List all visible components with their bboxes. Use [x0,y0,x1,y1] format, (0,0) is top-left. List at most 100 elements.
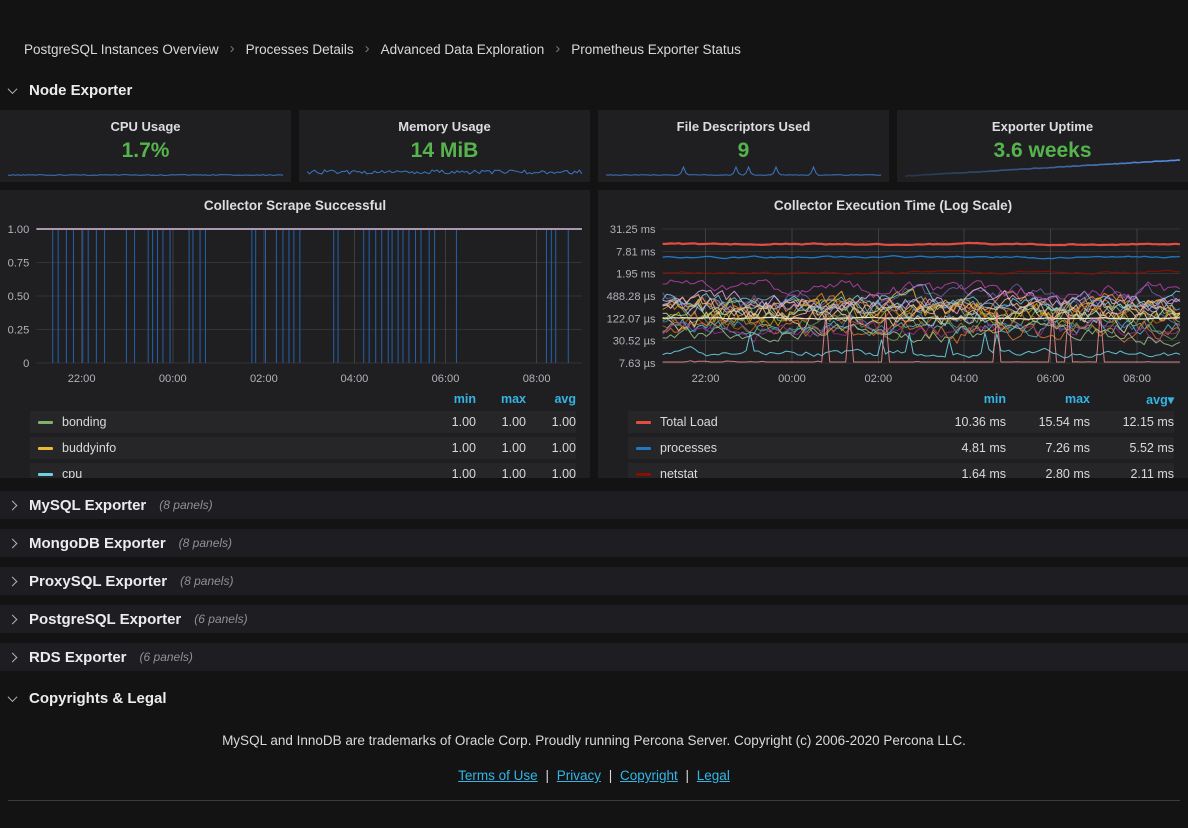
section-panels-count: (6 panels) [194,612,247,626]
legend-value-min: 10.36 ms [922,415,1006,429]
y-axis-tick-label: 1.95 ms [616,269,656,281]
legend-row-processes: processes4.81 ms7.26 ms5.52 ms [628,437,1174,459]
graph-row: Collector Scrape Successful 22:0000:0002… [0,190,1188,478]
legend-series-name[interactable]: processes [660,441,922,455]
legend-series-name[interactable]: cpu [62,467,426,478]
section-title: Copyrights & Legal [29,690,167,707]
section-panels-count: (8 panels) [159,498,212,512]
y-axis-tick-label: 1.00 [8,224,30,236]
y-axis-tick-label: 122.07 µs [607,313,656,325]
collector-execution-chart: 22:0000:0002:0004:0006:0008:0031.25 ms7.… [598,217,1188,389]
footer-link-separator: | [682,768,693,783]
x-axis-tick-label: 04:00 [341,373,369,385]
footer-link-separator: | [542,768,553,783]
sparkline-path [307,170,582,174]
series-swatch-icon[interactable] [636,421,651,424]
legend-column-min[interactable]: min [426,392,476,406]
footer-link-legal[interactable]: Legal [697,768,730,783]
breadcrumb-item-prometheus-exporter-status[interactable]: Prometheus Exporter Status [571,42,741,57]
section-title: ProxySQL Exporter [29,573,167,590]
legend: minmaxavgbonding1.001.001.00buddyinfo1.0… [0,391,590,478]
x-axis-tick-label: 08:00 [1123,373,1151,385]
chevron-right-icon [8,576,18,586]
y-axis-tick-label: 0 [23,358,29,370]
legend-column-avg[interactable]: avg [526,392,576,406]
stat-panel-file-descriptors-used: File Descriptors Used 9 [598,110,889,182]
legend-value-avg: 1.00 [526,467,576,478]
section-row-rds-exporter[interactable]: RDS Exporter(6 panels) [0,643,1188,671]
section-title: MySQL Exporter [29,497,146,514]
legend-column-avg[interactable]: avg▾ [1090,392,1174,407]
breadcrumb-item-postgresql-instances-overview[interactable]: PostgreSQL Instances Overview [24,42,219,57]
chevron-down-icon [8,692,18,702]
x-axis-tick-label: 04:00 [950,373,978,385]
footer-link-terms-of-use[interactable]: Terms of Use [458,768,538,783]
section-title: PostgreSQL Exporter [29,611,181,628]
legend-row-netstat: netstat1.64 ms2.80 ms2.11 ms [628,463,1174,478]
footer-link-copyright[interactable]: Copyright [620,768,678,783]
legend-row-buddyinfo: buddyinfo1.001.001.00 [30,437,576,459]
breadcrumb-item-processes-details[interactable]: Processes Details [246,42,354,57]
y-axis-tick-label: 0.75 [8,258,30,270]
y-axis-tick-label: 488.28 µs [607,291,656,303]
stat-value: 9 [598,139,889,163]
legend-column-max[interactable]: max [476,392,526,406]
stat-value: 1.7% [0,139,291,163]
panel-title[interactable]: Collector Scrape Successful [0,190,590,217]
stat-panel-cpu-usage: CPU Usage 1.7% [0,110,291,182]
section-panels-count: (8 panels) [179,536,232,550]
series-swatch-icon[interactable] [636,447,651,450]
legend-value-avg: 2.11 ms [1090,467,1174,478]
y-axis-tick-label: 0.25 [8,325,30,337]
section-title: RDS Exporter [29,649,127,666]
panel-title[interactable]: CPU Usage [0,110,291,134]
legend-series-name[interactable]: bonding [62,415,426,429]
panel-title[interactable]: File Descriptors Used [598,110,889,134]
legend-value-max: 2.80 ms [1006,467,1090,478]
graph-panel-collector-execution: Collector Execution Time (Log Scale) 22:… [598,190,1188,478]
series-swatch-icon[interactable] [38,447,53,450]
legend-column-max[interactable]: max [1006,392,1090,406]
footer-links: Terms of Use | Privacy | Copyright | Leg… [0,768,1188,783]
series-line-total-load [663,243,1180,245]
panel-title[interactable]: Collector Execution Time (Log Scale) [598,190,1188,217]
legend-header: minmaxavg [30,391,576,407]
y-axis-tick-label: 31.25 ms [610,224,656,236]
legend-series-name[interactable]: buddyinfo [62,441,426,455]
chevron-right-icon [8,652,18,662]
series-swatch-icon[interactable] [38,421,53,424]
section-row-mongodb-exporter[interactable]: MongoDB Exporter (8 panels) [0,529,1188,557]
stat-panel-exporter-uptime: Exporter Uptime 3.6 weeks [897,110,1188,182]
breadcrumb-separator-icon: › [230,41,235,56]
legend-series-name[interactable]: Total Load [660,415,922,429]
section-row-mysql-exporter[interactable]: MySQL Exporter (8 panels) [0,491,1188,519]
footer-link-privacy[interactable]: Privacy [557,768,601,783]
section-title: MongoDB Exporter [29,535,166,552]
x-axis-tick-label: 02:00 [250,373,278,385]
x-axis-tick-label: 00:00 [778,373,806,385]
section-header-copyrights-legal[interactable]: Copyrights & Legal [9,690,1188,707]
legend-value-min: 1.64 ms [922,467,1006,478]
legend-row-cpu: cpu1.001.001.00 [30,463,576,478]
legend-value-avg: 1.00 [526,415,576,429]
stat-value: 3.6 weeks [897,139,1188,163]
breadcrumb: PostgreSQL Instances Overview › Processes … [0,0,1188,57]
sparkline-path [8,175,283,176]
section-row-postgresql-exporter[interactable]: PostgreSQL Exporter (6 panels) [0,605,1188,633]
series-swatch-icon[interactable] [636,473,651,476]
legend-value-avg: 12.15 ms [1090,415,1174,429]
section-row-proxysql-exporter[interactable]: ProxySQL Exporter(8 panels) [0,567,1188,595]
section-header-node-exporter[interactable]: Node Exporter [9,82,1188,99]
panel-title[interactable]: Exporter Uptime [897,110,1188,134]
y-axis-tick-label: 30.52 µs [613,336,656,348]
legend-series-name[interactable]: netstat [660,467,922,478]
series-swatch-icon[interactable] [38,473,53,476]
chevron-right-icon [8,500,18,510]
legend-value-max: 1.00 [476,415,526,429]
breadcrumb-item-advanced-data-exploration[interactable]: Advanced Data Exploration [381,42,545,57]
legend-column-min[interactable]: min [922,392,1006,406]
panel-title[interactable]: Memory Usage [299,110,590,134]
footer-link-separator: | [605,768,616,783]
y-axis-tick-label: 7.63 µs [619,358,656,370]
breadcrumb-separator-icon: › [555,41,560,56]
